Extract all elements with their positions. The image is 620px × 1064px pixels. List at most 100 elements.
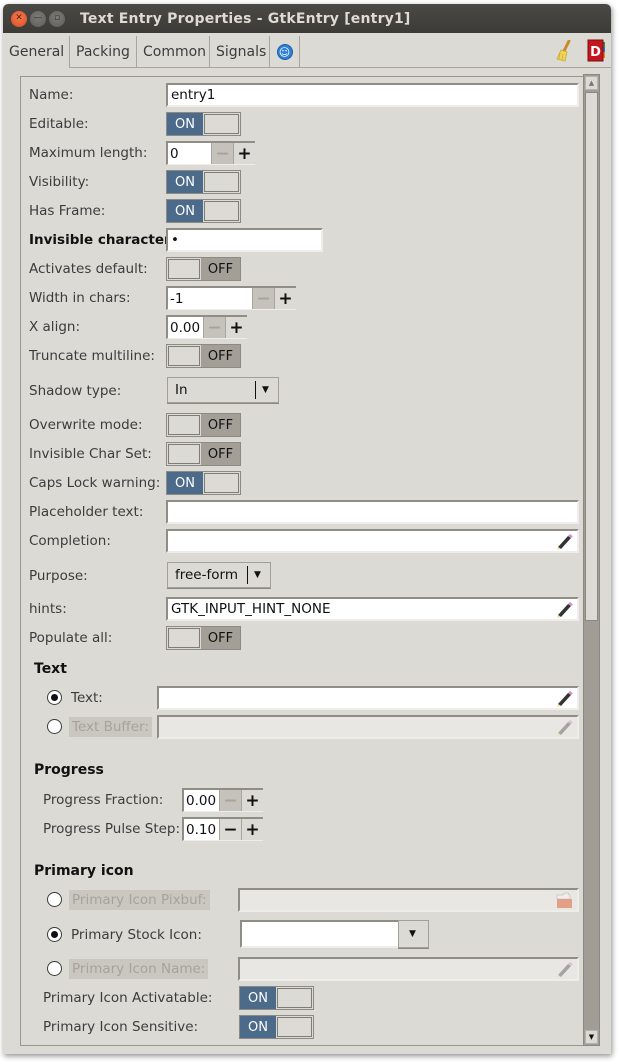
broom-icon [556, 39, 571, 62]
caps-lock-warning-switch[interactable]: ON [166, 471, 241, 495]
text-buffer-option: Text Buffer: [69, 714, 152, 740]
has-frame-switch[interactable]: ON [166, 199, 241, 223]
progress-fraction-spin[interactable]: 0.00 − + [182, 788, 263, 812]
edit-pencil-button [555, 719, 573, 740]
invisible-char-label: Invisible character: [29, 232, 177, 248]
switch-knob [168, 628, 200, 648]
primary-stock-icon-dropdown-button[interactable]: ▼ [398, 920, 429, 948]
minimize-button[interactable]: — [30, 10, 46, 27]
text-input[interactable] [157, 686, 579, 710]
decrement-button[interactable]: − [219, 790, 241, 811]
increment-button[interactable]: + [274, 288, 296, 309]
increment-button[interactable]: + [241, 819, 263, 840]
increment-button[interactable]: + [233, 143, 255, 164]
name-value: entry1 [171, 87, 216, 103]
scrollbar-thumb[interactable] [585, 92, 598, 621]
max-length-value[interactable]: 0 [168, 143, 211, 164]
property-xalign: X align: [29, 314, 80, 340]
primary-icon-sensitive-switch[interactable]: ON [239, 1015, 314, 1039]
visibility-switch[interactable]: ON [166, 170, 241, 194]
tab-label: Packing [76, 44, 130, 60]
close-button[interactable]: ✕ [11, 10, 27, 27]
progress-pulse-step-spin[interactable]: 0.10 − + [182, 817, 263, 841]
vertical-scrollbar[interactable]: ▲ ▼ [583, 74, 600, 1046]
visibility-label: Visibility: [29, 174, 90, 190]
tab-label: General [9, 44, 65, 60]
edit-pencil-button[interactable] [555, 533, 573, 554]
populate-all-switch[interactable]: OFF [166, 626, 241, 650]
switch-state: OFF [201, 258, 240, 280]
placeholder-text-input[interactable] [166, 500, 579, 524]
edit-pencil-button[interactable] [555, 601, 573, 622]
increment-button[interactable]: + [241, 790, 263, 811]
progress-fraction-value[interactable]: 0.00 [184, 790, 219, 811]
purpose-value: free-form [175, 567, 238, 583]
activates-default-switch[interactable]: OFF [166, 257, 241, 281]
switch-knob [168, 444, 200, 464]
purpose-dropdown[interactable]: free-form ▼ [167, 562, 271, 588]
text-radio[interactable] [47, 690, 62, 705]
text-buffer-radio[interactable] [47, 719, 62, 734]
shadow-type-dropdown[interactable]: In ▼ [167, 377, 279, 403]
primary-icon-name-radio[interactable] [47, 961, 62, 976]
decrement-button[interactable]: − [203, 317, 225, 338]
tab-common[interactable]: Common [137, 36, 210, 68]
tab-packing[interactable]: Packing [70, 36, 137, 68]
pencil-icon [557, 962, 573, 978]
progress-pulse-step-value[interactable]: 0.10 [184, 819, 219, 840]
xalign-value[interactable]: 0.00 [168, 317, 203, 338]
tab-signals[interactable]: Signals [210, 36, 270, 68]
invisible-char-input[interactable]: • [166, 228, 323, 252]
name-input[interactable]: entry1 [166, 83, 579, 107]
open-file-button [555, 892, 573, 913]
maximize-button[interactable]: ▫ [49, 10, 65, 27]
truncate-multiline-switch[interactable]: OFF [166, 344, 241, 368]
completion-input[interactable] [166, 529, 579, 553]
close-icon: ✕ [15, 13, 23, 23]
primary-stock-icon-radio[interactable] [47, 927, 62, 942]
width-chars-spin[interactable]: -1 − + [166, 286, 296, 310]
invisible-char-set-switch[interactable]: OFF [166, 442, 241, 466]
scroll-down-button[interactable]: ▼ [585, 1030, 598, 1044]
text-buffer-input [157, 715, 579, 739]
overwrite-mode-switch[interactable]: OFF [166, 413, 241, 437]
increment-button[interactable]: + [225, 317, 247, 338]
editable-switch[interactable]: ON [166, 112, 241, 136]
documentation-button[interactable]: D [587, 39, 607, 67]
property-name: Name: [29, 82, 73, 108]
primary-stock-icon-input[interactable] [240, 920, 400, 948]
shadow-type-label: Shadow type: [29, 383, 122, 399]
primary-icon-pixbuf-label: Primary Icon Pixbuf: [69, 890, 210, 910]
switch-state: ON [167, 171, 203, 193]
property-primary-icon-activatable: Primary Icon Activatable: [43, 985, 212, 1011]
decrement-button[interactable]: − [219, 819, 241, 840]
property-truncate-multiline: Truncate multiline: [29, 343, 155, 369]
decrement-button[interactable]: − [211, 143, 233, 164]
primary-icon-pixbuf-option: Primary Icon Pixbuf: [69, 887, 210, 913]
progress-pulse-step-label: Progress Pulse Step: [43, 821, 181, 837]
invisible-char-set-label: Invisible Char Set: [29, 446, 152, 462]
tab-accessibility[interactable]: ☺ [270, 36, 300, 68]
width-chars-value[interactable]: -1 [168, 288, 252, 309]
overwrite-mode-label: Overwrite mode: [29, 417, 143, 433]
hints-label: hints: [29, 601, 67, 617]
name-label: Name: [29, 87, 74, 103]
primary-icon-activatable-switch[interactable]: ON [239, 986, 314, 1010]
edit-pencil-button[interactable] [555, 690, 573, 711]
hints-input[interactable]: GTK_INPUT_HINT_NONE [166, 597, 579, 621]
text-option: Text: [71, 685, 103, 711]
tab-label: Common [143, 44, 207, 60]
switch-state: OFF [201, 627, 240, 649]
tab-general[interactable]: General [3, 36, 70, 68]
scroll-up-button[interactable]: ▲ [585, 76, 598, 90]
max-length-spin[interactable]: 0 − + [166, 141, 255, 165]
properties-window: ✕ — ▫ Text Entry Properties - GtkEntry [… [3, 4, 611, 1054]
switch-knob [168, 415, 200, 435]
edit-pencil-button [555, 961, 573, 982]
xalign-spin[interactable]: 0.00 − + [166, 315, 247, 339]
clear-button[interactable] [555, 39, 573, 66]
primary-stock-icon-label: Primary Stock Icon: [71, 927, 202, 943]
completion-label: Completion: [29, 533, 111, 549]
decrement-button[interactable]: − [252, 288, 274, 309]
primary-icon-pixbuf-radio[interactable] [47, 892, 62, 907]
